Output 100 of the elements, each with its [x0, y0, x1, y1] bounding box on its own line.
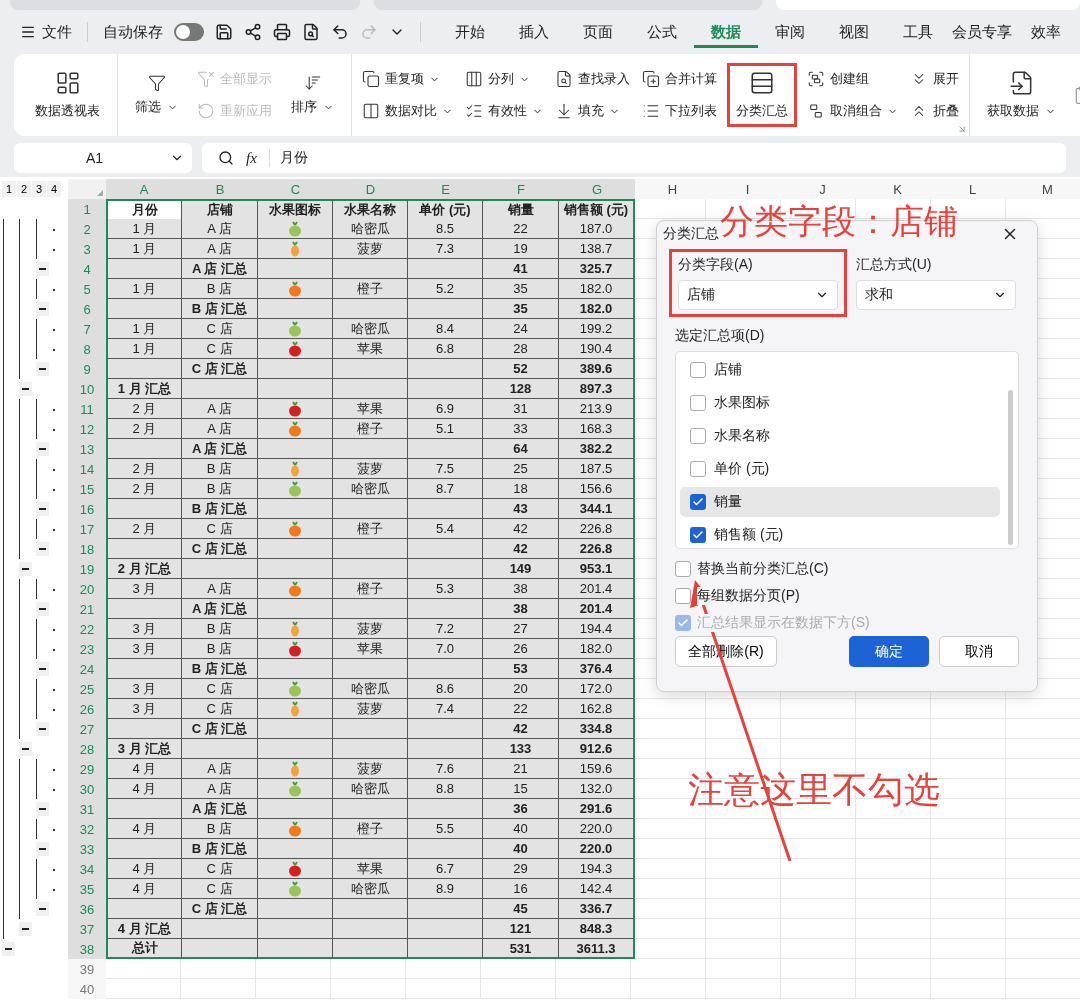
- collapse-button[interactable]: [36, 542, 49, 556]
- ribbon-tab[interactable]: 公式: [630, 16, 694, 48]
- row-header[interactable]: 1: [68, 199, 106, 220]
- column-header[interactable]: M: [1010, 179, 1080, 199]
- ribbon-button[interactable]: 展开: [908, 68, 961, 90]
- column-header[interactable]: L: [935, 179, 1010, 199]
- collapse-button[interactable]: [19, 382, 32, 396]
- list-item[interactable]: 单价 (元): [680, 454, 1000, 484]
- row-header[interactable]: 27: [68, 719, 106, 739]
- checkbox[interactable]: [690, 461, 706, 477]
- dialog-button[interactable]: 确定: [849, 636, 929, 667]
- ribbon-button[interactable]: 取消组合: [805, 100, 900, 122]
- row-header[interactable]: 7: [68, 319, 106, 339]
- outline-level-button[interactable]: 4: [47, 181, 61, 197]
- row-header[interactable]: 8: [68, 339, 106, 359]
- row-header[interactable]: 10: [68, 379, 106, 399]
- collapse-button[interactable]: [36, 662, 49, 676]
- outline-level-button[interactable]: 2: [17, 181, 31, 197]
- ribbon-tab[interactable]: 页面: [566, 16, 630, 48]
- collapse-button[interactable]: [36, 362, 49, 376]
- checkbox[interactable]: [690, 362, 706, 378]
- formula-bar[interactable]: fx 月份: [202, 143, 1066, 173]
- dialog-launcher-icon[interactable]: [957, 124, 967, 134]
- checkbox[interactable]: [690, 494, 706, 510]
- column-header[interactable]: K: [860, 179, 935, 199]
- row-header[interactable]: 30: [68, 779, 106, 799]
- row-header[interactable]: 6: [68, 299, 106, 319]
- row-header[interactable]: 21: [68, 599, 106, 619]
- row-header[interactable]: 36: [68, 899, 106, 919]
- row-header[interactable]: 18: [68, 539, 106, 559]
- column-header[interactable]: H: [635, 179, 710, 199]
- collapse-button[interactable]: [36, 602, 49, 616]
- share-icon[interactable]: [244, 23, 262, 41]
- row-header[interactable]: 25: [68, 679, 106, 699]
- column-header[interactable]: D: [333, 179, 408, 199]
- ribbon-button[interactable]: 排序: [282, 67, 343, 123]
- file-menu[interactable]: 文件: [20, 22, 72, 42]
- row-header[interactable]: 38: [68, 939, 106, 959]
- outline-level-button[interactable]: 3: [32, 181, 46, 197]
- row-header[interactable]: 16: [68, 499, 106, 519]
- outline-level-button[interactable]: 1: [2, 181, 16, 197]
- row-header[interactable]: 4: [68, 259, 106, 279]
- row-header[interactable]: 2: [68, 219, 106, 239]
- collapse-button[interactable]: [19, 562, 32, 576]
- row-header[interactable]: 35: [68, 879, 106, 899]
- ribbon-tab[interactable]: 开始: [438, 16, 502, 48]
- row-header[interactable]: 37: [68, 919, 106, 939]
- ribbon-button[interactable]: 有效性: [463, 100, 545, 122]
- list-item[interactable]: 销售额 (元): [680, 520, 1000, 550]
- dialog-button[interactable]: 取消: [939, 636, 1019, 667]
- ribbon-button[interactable]: 数据对比: [360, 100, 455, 122]
- ribbon-button[interactable]: 折叠: [908, 100, 961, 122]
- row-header[interactable]: 17: [68, 519, 106, 539]
- collapse-button[interactable]: [36, 722, 49, 736]
- save-icon[interactable]: [215, 23, 233, 41]
- collapse-button[interactable]: [19, 742, 32, 756]
- row-header[interactable]: 23: [68, 639, 106, 659]
- row-header[interactable]: 22: [68, 619, 106, 639]
- list-item[interactable]: 水果图标: [680, 388, 1000, 418]
- row-header[interactable]: 3: [68, 239, 106, 259]
- row-header[interactable]: 34: [68, 859, 106, 879]
- ribbon-tab[interactable]: 审阅: [758, 16, 822, 48]
- checkbox[interactable]: [675, 587, 691, 604]
- ribbon-button[interactable]: 筛选: [126, 67, 187, 123]
- ribbon-tab[interactable]: 视图: [822, 16, 886, 48]
- ribbon-button[interactable]: 填充: [553, 100, 632, 122]
- column-header[interactable]: B: [182, 179, 258, 199]
- collapse-button[interactable]: [36, 302, 49, 316]
- column-header[interactable]: F: [483, 179, 559, 199]
- undo-icon[interactable]: [331, 23, 349, 41]
- checkbox[interactable]: [690, 527, 706, 543]
- category-select[interactable]: 店铺: [678, 280, 838, 310]
- row-header[interactable]: 11: [68, 399, 106, 419]
- method-select[interactable]: 求和: [856, 280, 1016, 310]
- column-header[interactable]: C: [258, 179, 333, 199]
- collapse-button[interactable]: [36, 842, 49, 856]
- column-header[interactable]: J: [785, 179, 860, 199]
- ribbon-button[interactable]: 分列: [463, 68, 545, 90]
- row-header[interactable]: 19: [68, 559, 106, 579]
- checkbox[interactable]: [690, 428, 706, 444]
- row-header[interactable]: 12: [68, 419, 106, 439]
- ribbon-tab[interactable]: 效率: [1014, 16, 1078, 48]
- list-item[interactable]: 销量: [680, 487, 1000, 517]
- row-header[interactable]: 5: [68, 279, 106, 299]
- collapse-button[interactable]: [2, 942, 15, 956]
- column-header[interactable]: E: [408, 179, 483, 199]
- row-header[interactable]: 39: [68, 959, 106, 979]
- column-header[interactable]: I: [710, 179, 785, 199]
- checkbox[interactable]: [675, 560, 691, 577]
- row-header[interactable]: 26: [68, 699, 106, 719]
- collapse-button[interactable]: [36, 502, 49, 516]
- ribbon-tab[interactable]: 数据: [694, 16, 758, 48]
- ribbon-button[interactable]: 下拉列表: [640, 100, 719, 122]
- row-header[interactable]: 28: [68, 739, 106, 759]
- collapse-button[interactable]: [36, 262, 49, 276]
- row-header[interactable]: 31: [68, 799, 106, 819]
- ribbon-tab[interactable]: 插入: [502, 16, 566, 48]
- collapse-button[interactable]: [36, 802, 49, 816]
- ribbon-button[interactable]: 获取数据: [978, 63, 1065, 127]
- list-item[interactable]: 水果名称: [680, 421, 1000, 451]
